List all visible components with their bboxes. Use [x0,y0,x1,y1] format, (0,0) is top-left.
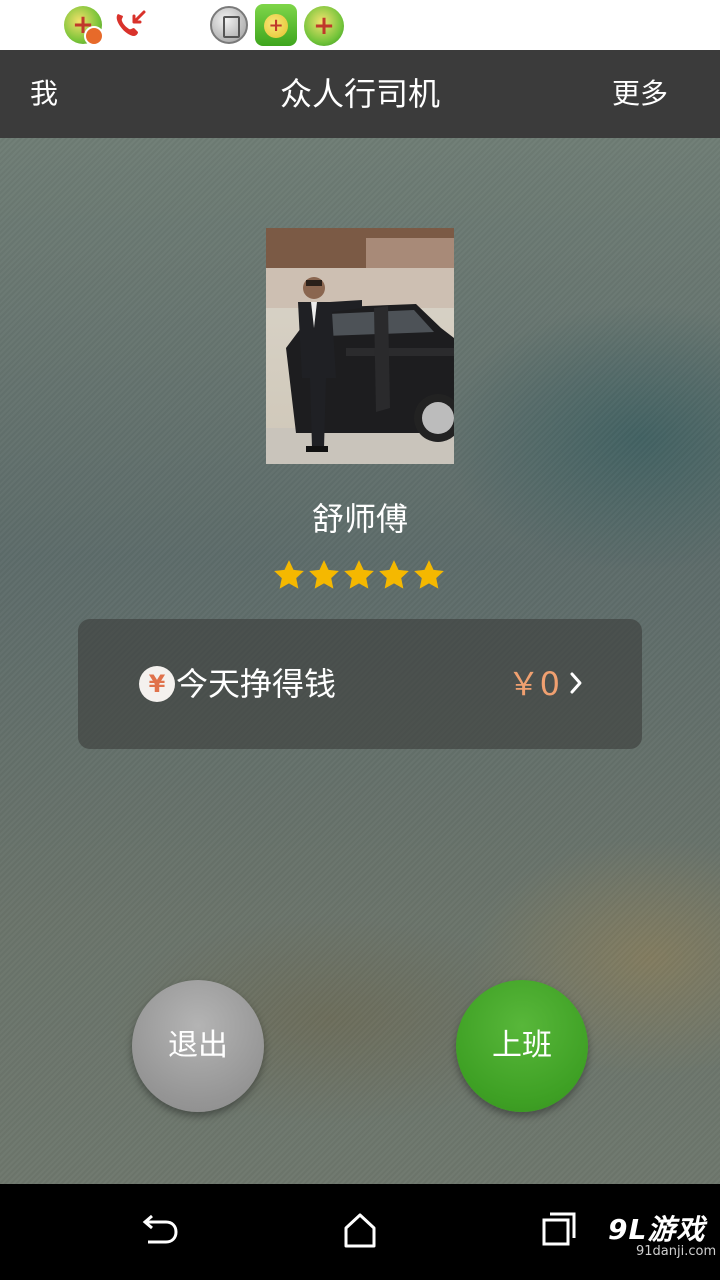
main-content: 舒师傅 ¥ 今天挣得钱 ￥0 退出 上班 [0,138,720,1184]
home-icon[interactable] [340,1210,380,1250]
star-icon [309,560,339,589]
start-work-button[interactable]: 上班 [456,980,588,1112]
app-store-icon [210,6,248,44]
missed-call-icon [112,8,148,42]
recent-apps-icon[interactable] [540,1210,580,1250]
star-icon [414,560,444,589]
driver-name: 舒师傅 [311,500,408,538]
back-icon[interactable] [140,1212,180,1252]
star-icon [344,560,374,589]
yen-icon: ¥ [139,666,175,702]
chevron-right-icon [570,672,582,694]
security-app-icon: + [64,6,104,46]
more-button[interactable]: 更多 [612,50,668,138]
watermark-url: 91danji.com [636,1244,717,1259]
earnings-value: ￥0 [507,665,560,703]
watermark-logo: 9L游戏 [608,1213,706,1246]
system-nav-bar: 9L游戏 91danji.com [0,1184,720,1280]
green-app-icon: + [255,4,297,46]
app-header: 我 众人行司机 更多 [0,50,720,138]
me-button[interactable]: 我 [30,50,58,138]
star-icon [379,560,409,589]
earnings-label: 今天挣得钱 [176,665,337,703]
plus-app-icon: + [304,6,344,46]
driver-rating [272,558,448,594]
today-earnings-card[interactable]: ¥ 今天挣得钱 ￥0 [78,619,642,749]
driver-avatar[interactable] [266,228,454,464]
exit-button[interactable]: 退出 [132,980,264,1112]
status-bar: + + + [0,0,720,50]
watermark: 9L游戏 91danji.com [608,1208,716,1268]
star-icon [274,560,304,589]
